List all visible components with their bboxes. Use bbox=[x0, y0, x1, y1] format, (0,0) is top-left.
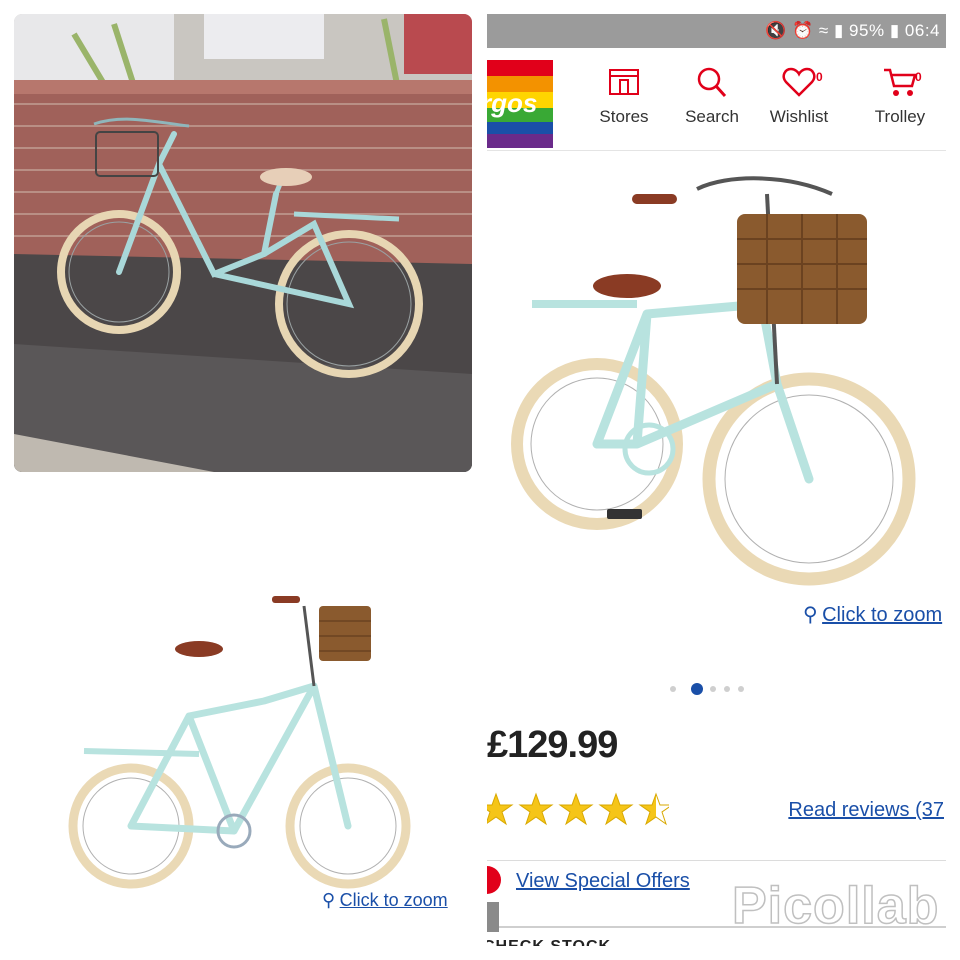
zoom-label[interactable]: Click to zoom bbox=[822, 604, 942, 626]
nav-stores[interactable]: Stores bbox=[581, 66, 667, 127]
product-image-panel: ⚲ Click to zoom bbox=[14, 486, 472, 946]
alarm-icon: ⏰ bbox=[791, 21, 814, 40]
clock: 06:4 bbox=[904, 21, 940, 40]
bike-photo-scene bbox=[14, 14, 472, 472]
brand-logo[interactable]: rgos bbox=[487, 60, 553, 148]
nav-stores-label: Stores bbox=[599, 107, 649, 126]
bicycle-illustration-large bbox=[511, 176, 916, 586]
view-special-offers-link[interactable]: View Special Offers bbox=[516, 870, 690, 893]
nav-search-label: Search bbox=[685, 107, 739, 126]
click-to-zoom-link-left[interactable]: ⚲ Click to zoom bbox=[322, 890, 448, 911]
image-carousel-dots[interactable] bbox=[667, 683, 747, 695]
signal-icon: ▮ bbox=[833, 21, 844, 40]
phone-screenshot: 🔇 ⏰ ≈ ▮ 95% ▮ 06:4 rgos bbox=[487, 14, 946, 946]
magnifier-icon: ⚲ bbox=[803, 604, 818, 626]
battery-percent: 95% bbox=[849, 21, 885, 40]
product-price: £129.99 bbox=[487, 724, 618, 766]
offers-badge-icon bbox=[487, 866, 501, 894]
search-icon bbox=[697, 67, 727, 98]
divider bbox=[487, 860, 946, 861]
nav-wishlist-label: Wishlist bbox=[769, 107, 829, 126]
nav-trolley[interactable]: 0 Trolley bbox=[857, 66, 943, 127]
nav-trolley-label: Trolley bbox=[874, 107, 926, 126]
nav-wishlist[interactable]: 0 Wishlist bbox=[756, 66, 842, 127]
top-navigation: rgos Stores Search 0 Wishlist bbox=[487, 48, 946, 151]
status-bar: 🔇 ⏰ ≈ ▮ 95% ▮ 06:4 bbox=[487, 14, 946, 48]
wifi-icon: ≈ bbox=[818, 21, 829, 40]
star-rating bbox=[487, 792, 669, 826]
picollab-watermark: Picollab bbox=[731, 876, 940, 936]
bicycle-illustration-small bbox=[68, 596, 411, 889]
rainbow-logo: rgos bbox=[487, 60, 553, 148]
wishlist-count: 0 bbox=[816, 70, 823, 84]
logo-text: rgos bbox=[487, 88, 537, 118]
heart-icon bbox=[782, 67, 816, 97]
magnifier-icon: ⚲ bbox=[322, 890, 336, 910]
scroll-indicator bbox=[487, 902, 499, 932]
battery-icon: ▮ bbox=[889, 21, 900, 40]
check-stock-heading: CHECK STOCK bbox=[487, 938, 611, 946]
click-to-zoom-link[interactable]: ⚲ Click to zoom bbox=[803, 602, 942, 627]
read-reviews-link[interactable]: Read reviews (37 bbox=[788, 799, 944, 822]
nav-search[interactable]: Search bbox=[669, 66, 755, 127]
store-icon bbox=[609, 69, 639, 95]
zoom-label[interactable]: Click to zoom bbox=[340, 890, 448, 910]
trolley-icon bbox=[884, 68, 917, 96]
bike-photo bbox=[14, 14, 472, 472]
trolley-count: 0 bbox=[915, 70, 922, 84]
mute-icon: 🔇 bbox=[765, 21, 787, 40]
